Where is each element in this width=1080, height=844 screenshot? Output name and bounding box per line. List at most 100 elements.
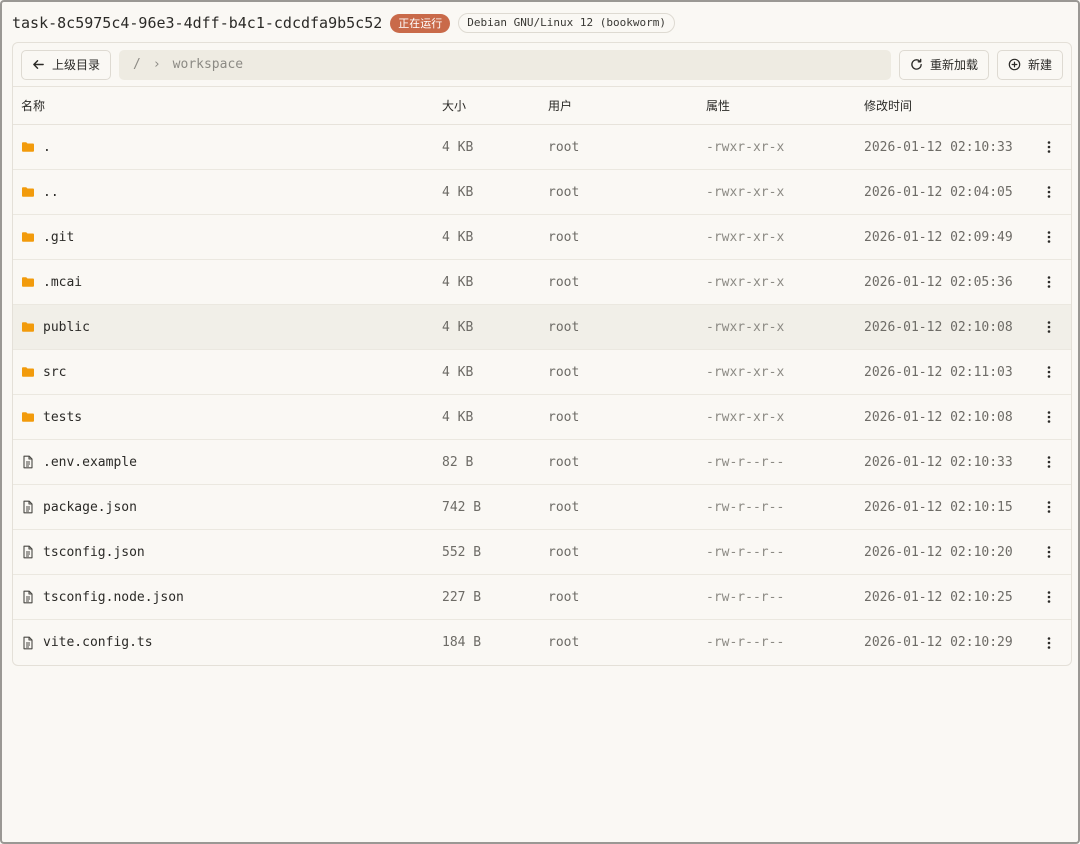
file-name: src bbox=[43, 364, 67, 380]
refresh-icon bbox=[910, 58, 924, 72]
table-row[interactable]: src 4 KB root -rwxr-xr-x 2026-01-12 02:11:03 bbox=[13, 350, 1071, 395]
table-row[interactable]: . 4 KB root -rwxr-xr-x 2026-01-12 02:10:33 bbox=[13, 125, 1071, 170]
row-actions bbox=[1034, 499, 1064, 515]
more-vertical-icon[interactable] bbox=[1041, 184, 1057, 200]
file-permissions: -rw-r--r-- bbox=[706, 454, 785, 470]
column-header-permissions[interactable]: 属性 bbox=[706, 97, 864, 114]
back-button-label: 上级目录 bbox=[52, 58, 101, 72]
file-mtime: 2026-01-12 02:10:20 bbox=[864, 544, 1013, 560]
row-actions bbox=[1034, 229, 1064, 245]
file-name-cell[interactable]: src bbox=[13, 365, 442, 380]
file-size: 227 B bbox=[442, 589, 482, 605]
row-actions bbox=[1034, 319, 1064, 335]
reload-button[interactable]: 重新加载 bbox=[898, 49, 989, 80]
table-row[interactable]: .env.example 82 B root -rw-r--r-- 2026-01-12… bbox=[13, 440, 1071, 485]
file-size: 184 B bbox=[442, 635, 482, 650]
more-vertical-icon[interactable] bbox=[1041, 589, 1057, 605]
file-icon bbox=[21, 455, 35, 469]
breadcrumb[interactable]: / › workspace bbox=[119, 49, 891, 80]
folder-icon bbox=[21, 410, 35, 424]
file-user: root bbox=[548, 454, 580, 470]
window-frame: task-8c5975c4-96e3-4dff-b4c1-cdcdfa9b5c5… bbox=[0, 0, 1080, 844]
file-size: 4 KB bbox=[442, 139, 474, 155]
row-actions bbox=[1034, 409, 1064, 425]
toolbar: 上级目录 / › workspace 重新加载 新建 bbox=[13, 43, 1071, 87]
file-name-cell[interactable]: .git bbox=[13, 230, 442, 245]
file-name-cell[interactable]: public bbox=[13, 320, 442, 335]
more-vertical-icon[interactable] bbox=[1041, 364, 1057, 380]
file-user: root bbox=[548, 184, 580, 200]
file-permissions: -rwxr-xr-x bbox=[706, 139, 785, 155]
table-row[interactable]: tests 4 KB root -rwxr-xr-x 2026-01-12 02:10:… bbox=[13, 395, 1071, 440]
file-name-cell[interactable]: tsconfig.node.json bbox=[13, 590, 442, 605]
breadcrumb-separator: › bbox=[152, 57, 161, 72]
table-row[interactable]: .git 4 KB root -rwxr-xr-x 2026-01-12 02:09:4… bbox=[13, 215, 1071, 260]
file-name: tests bbox=[43, 409, 83, 425]
more-vertical-icon[interactable] bbox=[1041, 229, 1057, 245]
plus-circle-icon bbox=[1008, 58, 1022, 72]
file-size: 4 KB bbox=[442, 319, 474, 335]
file-name-cell[interactable]: vite.config.ts bbox=[13, 635, 442, 650]
file-name-cell[interactable]: package.json bbox=[13, 500, 442, 515]
status-badge: 正在运行 bbox=[390, 13, 451, 33]
more-vertical-icon[interactable] bbox=[1041, 319, 1057, 335]
column-header-mtime[interactable]: 修改时间 bbox=[864, 97, 1034, 114]
more-vertical-icon[interactable] bbox=[1041, 499, 1057, 515]
file-mtime: 2026-01-12 02:10:25 bbox=[864, 589, 1013, 605]
more-vertical-icon[interactable] bbox=[1041, 544, 1057, 560]
file-permissions: -rwxr-xr-x bbox=[706, 319, 785, 335]
breadcrumb-current[interactable]: workspace bbox=[173, 57, 243, 72]
file-name-cell[interactable]: .env.example bbox=[13, 455, 442, 470]
file-permissions: -rwxr-xr-x bbox=[706, 409, 785, 425]
table-row[interactable]: public 4 KB root -rwxr-xr-x 2026-01-12 02:10… bbox=[13, 305, 1071, 350]
file-mtime: 2026-01-12 02:10:33 bbox=[864, 454, 1013, 470]
file-name: tsconfig.node.json bbox=[43, 589, 184, 605]
more-vertical-icon[interactable] bbox=[1041, 409, 1057, 425]
file-name-cell[interactable]: .. bbox=[13, 185, 442, 200]
table-row[interactable]: vite.config.ts 184 B root -rw-r--r-- 2026-01… bbox=[13, 620, 1071, 665]
folder-icon bbox=[21, 320, 35, 334]
breadcrumb-root[interactable]: / bbox=[133, 57, 141, 72]
table-row[interactable]: tsconfig.node.json 227 B root -rw-r--r-- 202… bbox=[13, 575, 1071, 620]
file-permissions: -rwxr-xr-x bbox=[706, 274, 785, 290]
folder-icon bbox=[21, 185, 35, 199]
file-mtime: 2026-01-12 02:10:15 bbox=[864, 499, 1013, 515]
file-mtime: 2026-01-12 02:10:29 bbox=[864, 635, 1013, 650]
file-name-cell[interactable]: tests bbox=[13, 410, 442, 425]
table-row[interactable]: .. 4 KB root -rwxr-xr-x 2026-01-12 02:04:05 bbox=[13, 170, 1071, 215]
file-user: root bbox=[548, 274, 580, 290]
file-name-cell[interactable]: tsconfig.json bbox=[13, 545, 442, 560]
more-vertical-icon[interactable] bbox=[1041, 139, 1057, 155]
file-icon bbox=[21, 636, 35, 650]
table-row[interactable]: .mcai 4 KB root -rwxr-xr-x 2026-01-12 02:05:… bbox=[13, 260, 1071, 305]
reload-button-label: 重新加载 bbox=[929, 58, 978, 72]
column-header-name[interactable]: 名称 bbox=[13, 97, 442, 114]
file-user: root bbox=[548, 499, 580, 515]
column-header-size[interactable]: 大小 bbox=[442, 97, 548, 114]
column-header-user[interactable]: 用户 bbox=[548, 97, 706, 114]
row-actions bbox=[1034, 544, 1064, 560]
table-row[interactable]: package.json 742 B root -rw-r--r-- 2026-01-1… bbox=[13, 485, 1071, 530]
back-button[interactable]: 上级目录 bbox=[21, 49, 112, 80]
file-user: root bbox=[548, 635, 580, 650]
file-user: root bbox=[548, 319, 580, 335]
file-name-cell[interactable]: . bbox=[13, 140, 442, 155]
task-header: task-8c5975c4-96e3-4dff-b4c1-cdcdfa9b5c5… bbox=[12, 12, 675, 34]
file-name-cell[interactable]: .mcai bbox=[13, 275, 442, 290]
file-name: package.json bbox=[43, 499, 137, 515]
new-button[interactable]: 新建 bbox=[996, 49, 1063, 80]
row-actions bbox=[1034, 589, 1064, 605]
file-user: root bbox=[548, 589, 580, 605]
row-actions bbox=[1034, 274, 1064, 290]
more-vertical-icon[interactable] bbox=[1041, 635, 1057, 651]
table-row[interactable]: tsconfig.json 552 B root -rw-r--r-- 2026-01-… bbox=[13, 530, 1071, 575]
file-mtime: 2026-01-12 02:04:05 bbox=[864, 184, 1013, 200]
file-name: tsconfig.json bbox=[43, 544, 145, 560]
folder-icon bbox=[21, 230, 35, 244]
folder-icon bbox=[21, 275, 35, 289]
more-vertical-icon[interactable] bbox=[1041, 454, 1057, 470]
file-mtime: 2026-01-12 02:11:03 bbox=[864, 364, 1013, 380]
file-icon bbox=[21, 545, 35, 559]
file-size: 552 B bbox=[442, 544, 482, 560]
more-vertical-icon[interactable] bbox=[1041, 274, 1057, 290]
